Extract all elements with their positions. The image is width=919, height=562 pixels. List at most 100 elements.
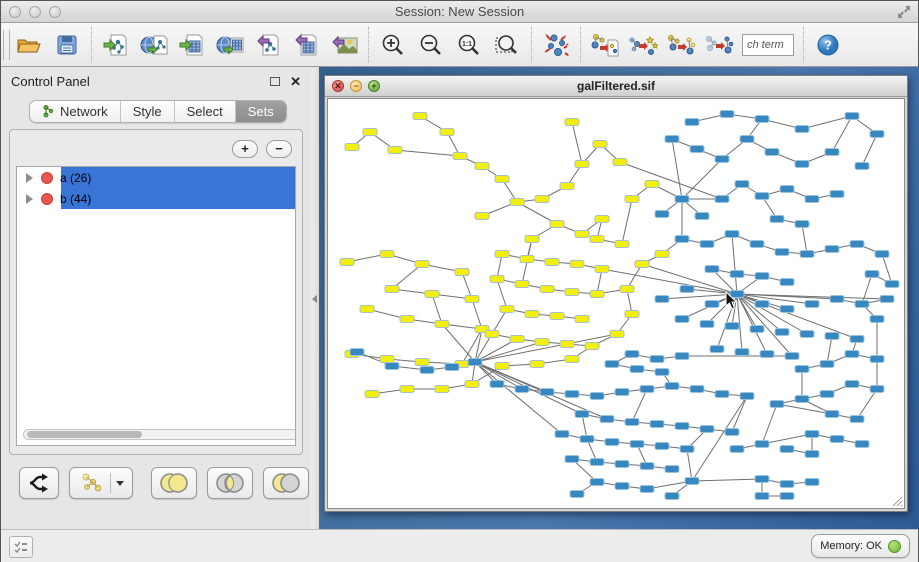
frame-maximize-icon[interactable]: + <box>368 80 380 92</box>
network-node <box>665 383 679 390</box>
close-window-button[interactable] <box>9 6 21 18</box>
import-network-file-icon[interactable] <box>97 27 135 63</box>
export-table-icon[interactable] <box>287 27 325 63</box>
network-node <box>725 429 739 436</box>
import-table-file-icon[interactable] <box>173 27 211 63</box>
network-node <box>565 456 579 463</box>
scrollbar-thumb[interactable] <box>27 431 142 438</box>
zoom-out-icon[interactable] <box>412 27 450 63</box>
export-network-icon[interactable] <box>249 27 287 63</box>
first-neighbors-deselect-icon[interactable] <box>700 27 738 63</box>
import-table-web-icon[interactable] <box>211 27 249 63</box>
create-set-combo-button[interactable] <box>69 467 133 499</box>
status-bar: Memory: OK <box>1 529 918 562</box>
network-node <box>590 236 604 243</box>
network-node <box>665 466 679 473</box>
network-node <box>465 381 479 388</box>
network-node <box>780 279 794 286</box>
frame-close-icon[interactable]: ✕ <box>332 80 344 92</box>
save-session-icon[interactable] <box>48 27 86 63</box>
zoom-selected-icon[interactable] <box>488 27 526 63</box>
tab-network-label: Network <box>60 104 108 119</box>
control-panel-tabs: Network Style Select Sets <box>29 100 287 123</box>
help-icon[interactable]: ? <box>809 27 847 63</box>
tab-select[interactable]: Select <box>175 101 236 122</box>
control-panel-title: Control Panel <box>11 74 270 89</box>
network-node <box>380 356 394 363</box>
tab-sets[interactable]: Sets <box>236 101 286 122</box>
first-neighbors-select-icon[interactable] <box>662 27 700 63</box>
toolbar-drag-handle[interactable] <box>3 30 10 60</box>
network-node <box>570 491 584 498</box>
union-button[interactable] <box>151 467 197 499</box>
horizontal-scrollbar[interactable] <box>23 429 296 440</box>
apply-layout-icon[interactable] <box>537 27 575 63</box>
import-network-web-icon[interactable] <box>135 27 173 63</box>
network-node <box>830 296 844 303</box>
tab-network[interactable]: Network <box>30 101 121 122</box>
collapse-panel-icon[interactable] <box>312 295 317 303</box>
chevron-down-icon[interactable] <box>116 481 124 486</box>
network-node <box>715 156 729 163</box>
network-node <box>490 381 504 388</box>
close-panel-icon[interactable]: ✕ <box>290 75 301 88</box>
toolbar-separator <box>803 27 804 63</box>
network-node <box>590 459 604 466</box>
control-panel: Control Panel ✕ Network Style <box>1 67 311 529</box>
network-node <box>845 113 859 120</box>
network-node <box>780 446 794 453</box>
network-node <box>765 149 779 156</box>
task-list-icon <box>14 540 28 554</box>
network-node <box>700 241 714 248</box>
network-node <box>825 149 839 156</box>
titlebar[interactable]: Session: New Session <box>1 1 918 23</box>
traffic-lights[interactable] <box>9 6 61 18</box>
export-image-icon[interactable] <box>325 27 363 63</box>
minimize-window-button[interactable] <box>29 6 41 18</box>
resize-grip[interactable] <box>889 493 903 507</box>
panel-splitter[interactable] <box>311 67 319 529</box>
open-folder-icon[interactable] <box>10 27 48 63</box>
split-set-button[interactable] <box>19 467 59 499</box>
zoom-window-button[interactable] <box>49 6 61 18</box>
network-node <box>525 311 539 318</box>
fullscreen-icon[interactable] <box>896 4 912 20</box>
tab-select-label: Select <box>187 104 223 119</box>
network-node <box>870 356 884 363</box>
network-node <box>795 221 809 228</box>
network-node <box>468 359 482 366</box>
add-set-button[interactable]: + <box>232 140 258 158</box>
expand-triangle-icon[interactable] <box>26 194 33 204</box>
network-node <box>830 191 844 198</box>
tab-style[interactable]: Style <box>121 101 175 122</box>
memory-status-button[interactable]: Memory: OK <box>811 534 910 558</box>
network-node <box>550 313 564 320</box>
first-neighbors-add-icon[interactable] <box>624 27 662 63</box>
network-frame-titlebar[interactable]: ✕ − + galFiltered.sif <box>325 76 907 97</box>
search-input[interactable] <box>742 34 794 56</box>
network-node <box>435 321 449 328</box>
network-node <box>545 259 559 266</box>
network-node <box>535 196 549 203</box>
toolbar-separator <box>531 27 532 63</box>
list-item-set-a[interactable]: a (26) <box>17 167 295 188</box>
network-node <box>825 411 839 418</box>
zoom-1-1-icon[interactable]: 1:1 <box>450 27 488 63</box>
network-canvas[interactable] <box>327 98 905 509</box>
network-node <box>630 366 644 373</box>
list-item-set-b[interactable]: b (44) <box>17 188 295 209</box>
difference-button[interactable] <box>263 467 309 499</box>
intersection-button[interactable] <box>207 467 253 499</box>
task-status-button[interactable] <box>9 536 33 558</box>
remove-set-button[interactable]: − <box>266 140 292 158</box>
first-neighbors-file-icon[interactable] <box>586 27 624 63</box>
float-panel-icon[interactable] <box>270 77 280 86</box>
expand-triangle-icon[interactable] <box>26 173 33 183</box>
frame-minimize-icon[interactable]: − <box>350 80 362 92</box>
mouse-cursor <box>725 291 739 311</box>
zoom-in-icon[interactable] <box>374 27 412 63</box>
network-frame[interactable]: ✕ − + galFiltered.sif <box>324 75 908 512</box>
network-node <box>845 351 859 358</box>
network-node <box>565 289 579 296</box>
sets-list[interactable]: a (26) b (44) <box>16 166 296 446</box>
